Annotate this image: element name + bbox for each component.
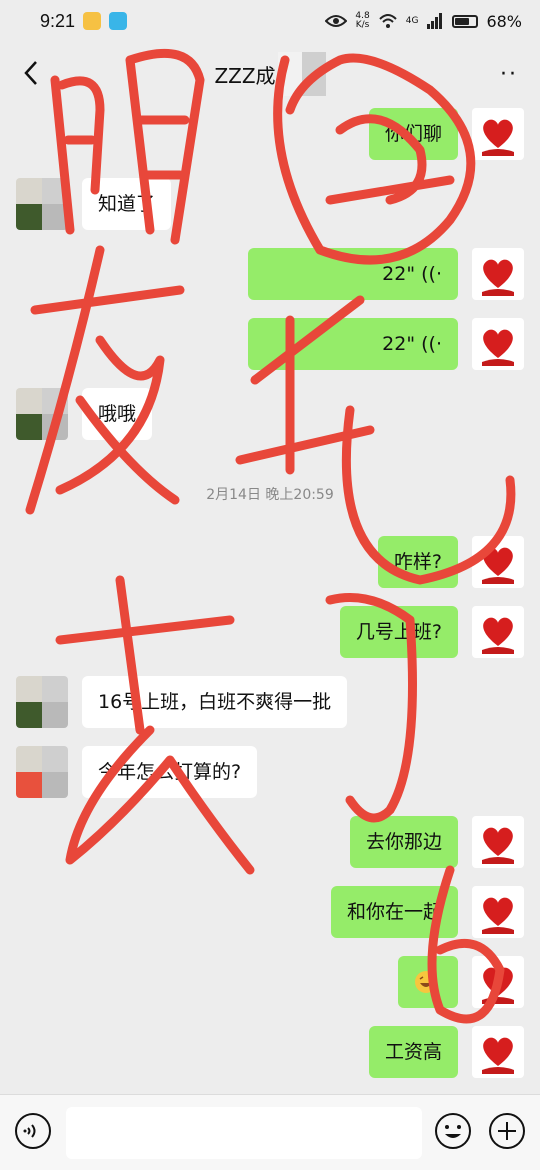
self-avatar[interactable] (472, 536, 524, 588)
voice-message-bubble[interactable]: 22" ((· (248, 318, 458, 370)
text-message-bubble[interactable]: 哦哦 (82, 388, 153, 440)
emoji-icon[interactable] (434, 1112, 472, 1150)
self-avatar[interactable] (472, 886, 524, 938)
net-speed: 4.8 K/s (355, 11, 370, 30)
text-message-bubble[interactable]: 和你在一起 (330, 886, 458, 938)
network-type: 4G (405, 16, 419, 26)
contact-avatar[interactable] (16, 676, 68, 728)
voice-message-bubble[interactable]: 22" ((· (248, 248, 458, 300)
chat-message: 哦哦 (16, 388, 153, 440)
voice-toggle-icon[interactable] (14, 1112, 52, 1150)
battery-icon (452, 14, 479, 28)
text-message-bubble[interactable]: 去你那边 (349, 816, 458, 868)
chat-message (398, 956, 524, 1008)
chat-message: 几号上班? (339, 606, 524, 658)
heart-icon (482, 897, 514, 934)
voice-duration: 22" (382, 333, 416, 355)
chat-header: ZZZ成 ·· (0, 44, 540, 104)
wifi-icon (379, 14, 397, 28)
chat-message: 咋样? (377, 536, 524, 588)
self-avatar[interactable] (472, 956, 524, 1008)
voice-wave-icon: ((· (421, 263, 442, 285)
chat-message: 知道了 (16, 178, 172, 230)
self-avatar[interactable] (472, 318, 524, 370)
chat-message: 16号上班，白班不爽得一批 (16, 676, 348, 728)
chat-message: 今年怎么打算的? (16, 746, 258, 798)
message-input[interactable] (66, 1107, 422, 1159)
heart-icon (482, 259, 514, 296)
status-bar: 9:21 4.8 K/s 4G 68% (0, 0, 540, 42)
contact-avatar[interactable] (16, 388, 68, 440)
plus-icon[interactable] (488, 1112, 526, 1150)
chat-message: 你们聊 (368, 108, 524, 160)
battery-percent: 68% (486, 11, 522, 31)
eye-icon (325, 15, 348, 27)
weibo-app-icon (83, 12, 102, 30)
contact-avatar[interactable] (16, 178, 68, 230)
text-message-bubble[interactable]: 16号上班，白班不爽得一批 (82, 676, 348, 728)
blurred-name (277, 52, 326, 96)
time-separator: 2月14日 晚上20:59 (206, 487, 334, 503)
voice-wave-icon: ((· (421, 333, 442, 355)
more-options-icon[interactable]: ·· (500, 62, 518, 87)
self-avatar[interactable] (472, 1026, 524, 1078)
heart-icon (482, 547, 514, 584)
heart-icon (482, 329, 514, 366)
self-avatar[interactable] (472, 108, 524, 160)
text-message-bubble[interactable]: 今年怎么打算的? (82, 746, 258, 798)
text-message-bubble[interactable]: 你们聊 (368, 108, 458, 160)
heart-icon (482, 617, 514, 654)
text-message-bubble[interactable]: 咋样? (377, 536, 458, 588)
chat-message: 和你在一起 (330, 886, 524, 938)
text-message-bubble[interactable]: 工资高 (368, 1026, 458, 1078)
self-avatar[interactable] (472, 606, 524, 658)
status-time: 9:21 (40, 10, 76, 31)
emoji-message-bubble[interactable] (398, 956, 458, 1008)
input-bar (0, 1094, 540, 1170)
heart-icon (482, 119, 514, 156)
heart-icon (482, 827, 514, 864)
chat-message: 去你那边 (349, 816, 524, 868)
heart-icon (482, 1037, 514, 1074)
chat-message: 22" ((· (248, 248, 524, 300)
voice-duration: 22" (382, 263, 416, 285)
chat-title: ZZZ成 (214, 63, 276, 88)
heart-icon (482, 967, 514, 1004)
chat-message: 22" ((· (248, 318, 524, 370)
contact-avatar[interactable] (16, 746, 68, 798)
signal-icon (427, 13, 443, 29)
text-message-bubble[interactable]: 几号上班? (339, 606, 458, 658)
self-avatar[interactable] (472, 248, 524, 300)
news-app-icon (109, 12, 128, 30)
text-message-bubble[interactable]: 知道了 (82, 178, 172, 230)
self-avatar[interactable] (472, 816, 524, 868)
laughing-emoji-icon (415, 971, 437, 993)
back-arrow-icon[interactable] (18, 58, 48, 88)
chat-message: 工资高 (368, 1026, 524, 1078)
